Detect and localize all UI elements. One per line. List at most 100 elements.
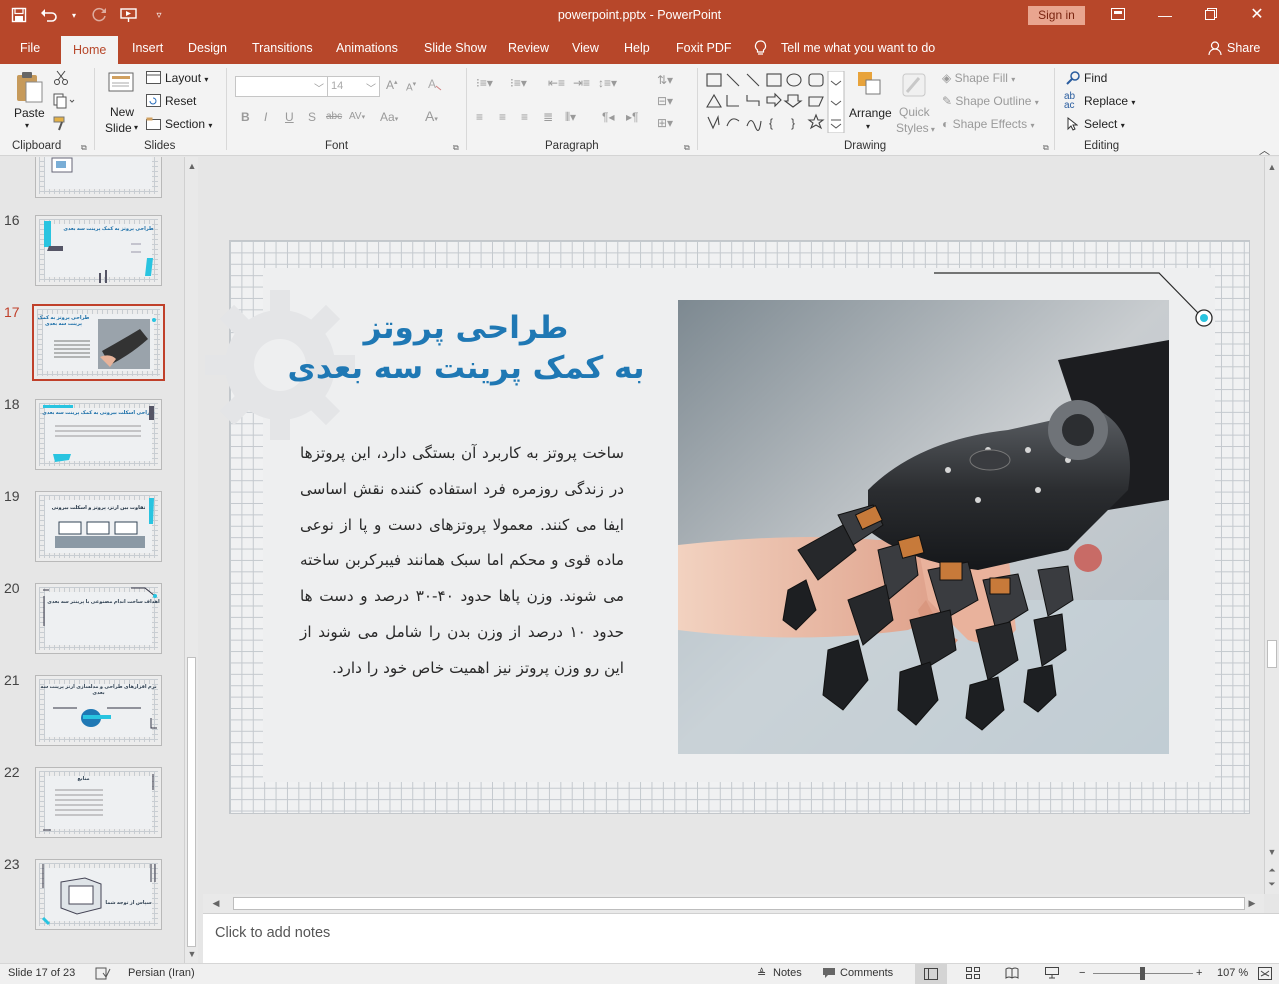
italic-button[interactable]: I [264, 110, 267, 124]
tab-file[interactable]: File [20, 39, 40, 64]
new-slide-dropdown-icon[interactable]: ▾ [134, 123, 138, 132]
scroll-down-icon[interactable]: ▼ [1265, 847, 1279, 857]
tab-foxit-pdf[interactable]: Foxit PDF [676, 39, 732, 64]
slide-vertical-scrollbar[interactable]: ▲ ▼ ⏶ ⏷ [1264, 157, 1279, 894]
tab-slide-show[interactable]: Slide Show [424, 39, 487, 64]
shape-outline-button[interactable]: ✎ Shape Outline ▾ [942, 94, 1039, 108]
slide-thumbnail[interactable]: طراحی اسکلت بیرونی به کمک پرینت سه بعدی [35, 399, 162, 470]
tab-animations[interactable]: Animations [336, 39, 398, 64]
share-person-icon[interactable] [1208, 41, 1222, 59]
zoom-level[interactable]: 107 % [1217, 967, 1248, 979]
slide-thumbnail[interactable]: اهداف ساخت اندام مصنوعی با پرینتر سه بعد… [35, 583, 162, 654]
scrollbar-thumb[interactable] [187, 657, 196, 947]
shapes-gallery[interactable]: {} [705, 70, 845, 136]
slide-thumbnail[interactable]: نرم افزارهای طراحی و مدلسازی ارتز پرینت … [35, 675, 162, 746]
slide-body-text[interactable]: ساخت پروتز به کاربرد آن بستگی دارد، این … [300, 436, 624, 687]
reading-view-icon[interactable] [1005, 967, 1019, 982]
close-icon[interactable]: ✕ [1245, 4, 1269, 28]
align-text-icon[interactable]: ⊟▾ [657, 94, 673, 108]
reset-button[interactable]: Reset [165, 94, 196, 108]
line-spacing-icon[interactable]: ↕≡▾ [598, 76, 617, 90]
slide-show-view-icon[interactable] [1045, 967, 1059, 982]
layout-icon[interactable] [146, 71, 161, 87]
share-button[interactable]: Share [1227, 41, 1260, 55]
slide-horizontal-scrollbar[interactable]: ◀ ▶ [203, 894, 1264, 913]
cut-icon[interactable] [53, 70, 69, 89]
new-slide-icon[interactable] [107, 70, 137, 103]
numbering-icon[interactable]: ⁝≡▾ [510, 76, 527, 90]
zoom-in-icon[interactable]: + [1196, 967, 1202, 979]
font-family-combo[interactable]: ﹀ [235, 76, 328, 97]
language-indicator[interactable]: Persian (Iran) [128, 967, 195, 979]
new-slide-label-2[interactable]: Slide [105, 121, 132, 135]
font-launcher-icon[interactable]: ⧉ [453, 143, 459, 153]
scrollbar-thumb[interactable] [233, 897, 1245, 910]
arrange-button[interactable]: Arrange [849, 106, 892, 120]
scroll-left-icon[interactable]: ◀ [209, 898, 223, 909]
ltr-icon[interactable]: ▸¶ [626, 110, 638, 124]
clear-formatting-icon[interactable]: A [428, 77, 442, 94]
thumbnails-scrollbar[interactable]: ▲ ▼ [184, 157, 198, 963]
tab-home[interactable]: Home [61, 36, 119, 64]
layout-button[interactable]: Layout ▾ [165, 71, 208, 85]
tab-transitions[interactable]: Transitions [252, 39, 313, 64]
sign-in-button[interactable]: Sign in [1028, 6, 1085, 25]
notes-toggle-icon[interactable]: ≜ [757, 967, 766, 980]
scroll-down-icon[interactable]: ▼ [185, 949, 199, 959]
slide-sorter-view-icon[interactable] [966, 967, 980, 982]
quick-styles-label-1[interactable]: Quick [899, 105, 930, 119]
bullets-icon[interactable]: ⁝≡▾ [476, 76, 493, 90]
zoom-out-icon[interactable]: − [1079, 967, 1085, 979]
slide-thumbnail[interactable]: سپاس از توجه شما [35, 859, 162, 930]
spelling-check-icon[interactable] [95, 967, 111, 983]
slide-thumbnail[interactable] [35, 157, 162, 198]
slide-thumbnail[interactable]: تفاوت بین ارتز، پروتز و اسکلت بیرونی [35, 491, 162, 562]
arrange-dropdown-icon[interactable]: ▾ [866, 122, 870, 131]
previous-slide-icon[interactable]: ⏶ [1265, 865, 1279, 876]
shape-effects-button[interactable]: ◐ Shape Effects ▾ [942, 117, 1034, 131]
quick-styles-label-2[interactable]: Styles ▾ [896, 121, 935, 135]
section-icon[interactable] [146, 117, 161, 133]
tab-review[interactable]: Review [508, 39, 549, 64]
slide-thumbnail[interactable]: طراحی پروتز به کمک پرینت سه بعدی [35, 215, 162, 286]
arrange-icon[interactable] [856, 70, 886, 103]
reset-icon[interactable] [146, 94, 161, 110]
find-button[interactable]: Find [1084, 71, 1107, 85]
align-center-icon[interactable]: ≡ [499, 110, 506, 124]
paste-button[interactable]: Paste [14, 106, 45, 120]
notes-pane[interactable]: Click to add notes [203, 913, 1279, 963]
slide-thumbnail-selected[interactable]: طراحی پروتز به کمک پرینت سه بعدی [32, 304, 165, 381]
format-painter-icon[interactable] [53, 116, 69, 135]
section-button[interactable]: Section ▾ [165, 117, 212, 131]
bold-button[interactable]: B [241, 110, 250, 124]
character-spacing-button[interactable]: AV▾ [349, 111, 365, 122]
align-left-icon[interactable]: ≡ [476, 110, 483, 124]
tell-me-search[interactable]: Tell me what you want to do [781, 41, 935, 55]
scroll-right-icon[interactable]: ▶ [1245, 898, 1259, 909]
strikethrough-button[interactable]: abc [326, 111, 342, 122]
text-direction-icon[interactable]: ⇅▾ [657, 73, 673, 87]
tab-insert[interactable]: Insert [132, 39, 163, 64]
minimize-icon[interactable]: — [1153, 4, 1177, 28]
ribbon-display-options-icon[interactable] [1106, 4, 1130, 28]
comments-button[interactable]: Comments [840, 967, 893, 979]
justify-icon[interactable]: ≣ [543, 110, 553, 124]
align-right-icon[interactable]: ≡ [521, 110, 528, 124]
rtl-icon[interactable]: ¶◂ [602, 110, 614, 124]
tab-design[interactable]: Design [188, 39, 227, 64]
notes-toggle-button[interactable]: Notes [773, 967, 802, 979]
zoom-slider-thumb[interactable] [1140, 967, 1145, 980]
underline-button[interactable]: U [285, 110, 294, 124]
new-slide-label-1[interactable]: New [110, 105, 134, 119]
columns-icon[interactable]: ⫴▾ [565, 110, 576, 125]
paragraph-launcher-icon[interactable]: ⧉ [684, 143, 690, 153]
select-button[interactable]: Select ▾ [1084, 117, 1125, 131]
scroll-up-icon[interactable]: ▲ [1265, 162, 1279, 172]
robotic-hand-photo[interactable] [678, 300, 1169, 754]
scroll-up-icon[interactable]: ▲ [185, 161, 199, 171]
increase-font-icon[interactable]: A▴ [386, 78, 398, 92]
scrollbar-thumb[interactable] [1267, 640, 1277, 668]
slide-title[interactable]: طراحی پروتز به کمک پرینت سه بعدی [270, 308, 662, 388]
text-shadow-button[interactable]: S [308, 110, 316, 124]
increase-indent-icon[interactable]: ⇥≡ [573, 76, 590, 90]
